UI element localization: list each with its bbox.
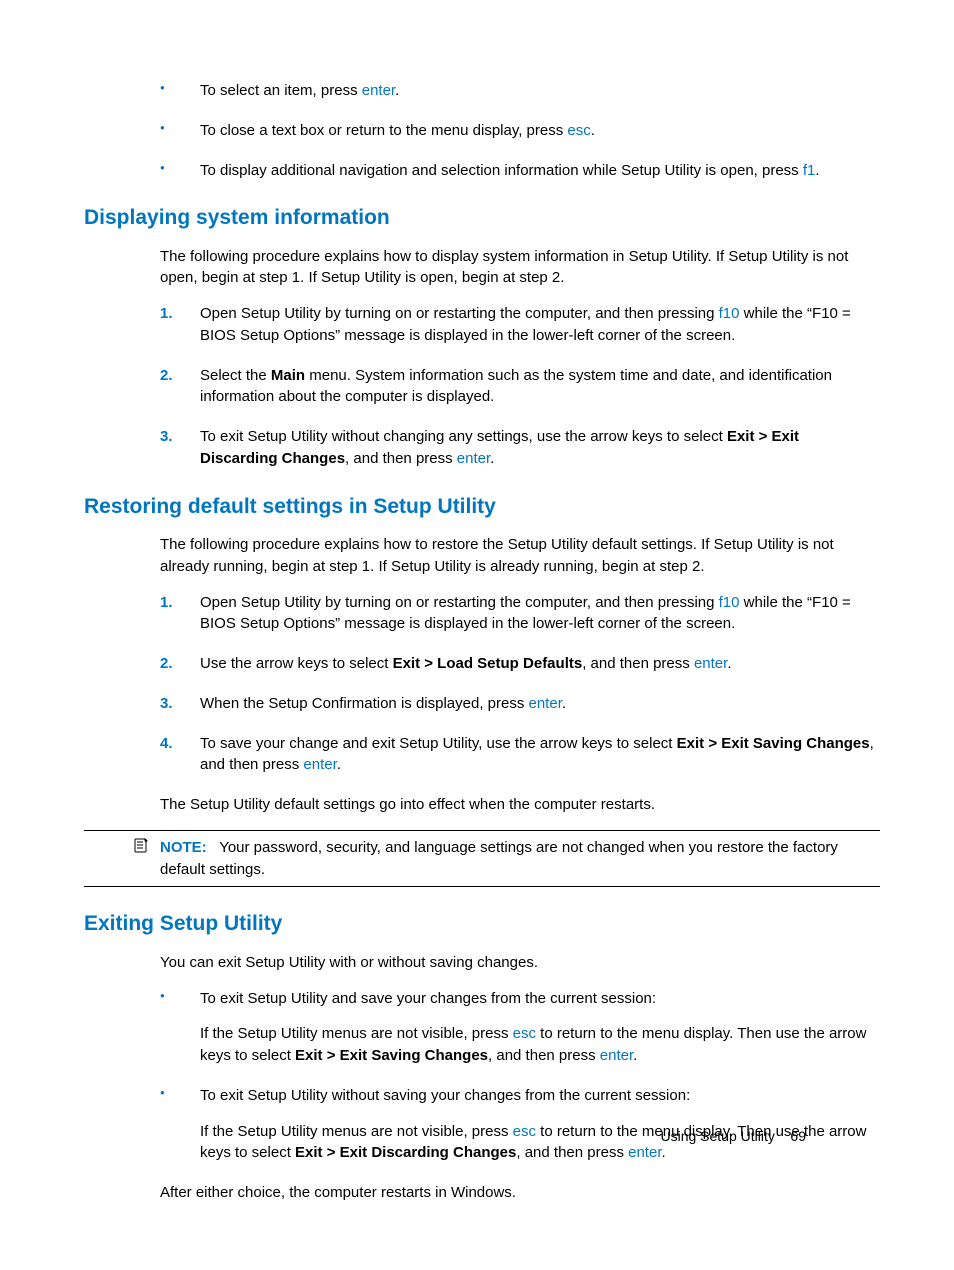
list-text: . xyxy=(591,122,595,139)
menu-path: Exit > Exit Discarding Changes xyxy=(295,1144,516,1161)
note-label: NOTE: xyxy=(160,839,207,856)
step-number: 4. xyxy=(160,733,173,755)
section-heading-exiting: Exiting Setup Utility xyxy=(84,909,880,939)
section-heading-restoring: Restoring default settings in Setup Util… xyxy=(84,492,880,522)
section-outro: After either choice, the computer restar… xyxy=(84,1182,880,1204)
navigation-tips-list: To select an item, press enter. To close… xyxy=(84,80,880,181)
step-item: 2.Select the Main menu. System informati… xyxy=(84,365,880,409)
step-text: . xyxy=(727,655,731,672)
list-text: To close a text box or return to the men… xyxy=(200,122,567,139)
page-footer: Using Setup Utility 69 xyxy=(660,1126,806,1146)
list-item: To select an item, press enter. xyxy=(84,80,880,102)
key-name: f10 xyxy=(719,305,740,322)
step-item: 2. Use the arrow keys to select Exit > Lo… xyxy=(84,653,880,675)
step-text: Open Setup Utility by turning on or rest… xyxy=(200,305,719,322)
list-head: To exit Setup Utility and save your chan… xyxy=(200,990,656,1007)
section-outro: The Setup Utility default settings go in… xyxy=(84,794,880,816)
step-number: 1. xyxy=(160,592,173,614)
note-box: NOTE: Your password, security, and langu… xyxy=(84,830,880,888)
step-item: 3. To exit Setup Utility without changing… xyxy=(84,426,880,470)
step-text: . xyxy=(337,756,341,773)
section-heading-displaying: Displaying system information xyxy=(84,203,880,233)
list-text: . xyxy=(395,82,399,99)
list-item: To exit Setup Utility and save your chan… xyxy=(84,988,880,1067)
menu-path: Exit > Exit Saving Changes xyxy=(677,735,870,752)
list-body: , and then press xyxy=(488,1047,600,1064)
note-icon xyxy=(134,837,150,853)
note-text: Your password, security, and language se… xyxy=(160,839,838,878)
step-text: Use the arrow keys to select xyxy=(200,655,393,672)
key-name: enter xyxy=(362,82,395,99)
key-name: enter xyxy=(694,655,727,672)
step-number: 2. xyxy=(160,365,173,387)
step-text: , and then press xyxy=(345,450,457,467)
key-name: enter xyxy=(303,756,336,773)
step-item: 1. Open Setup Utility by turning on or re… xyxy=(84,303,880,347)
displaying-steps: 1. Open Setup Utility by turning on or re… xyxy=(84,303,880,470)
list-head: To exit Setup Utility without saving you… xyxy=(200,1087,690,1104)
key-name: enter xyxy=(628,1144,661,1161)
key-name: enter xyxy=(529,695,562,712)
menu-path: Exit > Load Setup Defaults xyxy=(393,655,583,672)
key-name: f1 xyxy=(803,162,816,179)
step-item: 1. Open Setup Utility by turning on or re… xyxy=(84,592,880,636)
menu-path: Exit > Exit Saving Changes xyxy=(295,1047,488,1064)
step-text: Open Setup Utility by turning on or rest… xyxy=(200,594,719,611)
step-number: 3. xyxy=(160,426,173,448)
page-number: 69 xyxy=(790,1128,806,1144)
step-item: 4. To save your change and exit Setup Uti… xyxy=(84,733,880,777)
list-item: To close a text box or return to the men… xyxy=(84,120,880,142)
step-number: 2. xyxy=(160,653,173,675)
list-text: . xyxy=(815,162,819,179)
menu-name: Main xyxy=(271,367,305,384)
key-name: f10 xyxy=(719,594,740,611)
list-body: . xyxy=(633,1047,637,1064)
section-intro: You can exit Setup Utility with or witho… xyxy=(84,952,880,974)
key-name: esc xyxy=(513,1025,536,1042)
key-name: enter xyxy=(600,1047,633,1064)
key-name: esc xyxy=(513,1123,536,1140)
step-text: When the Setup Confirmation is displayed… xyxy=(200,695,529,712)
step-text: To exit Setup Utility without changing a… xyxy=(200,428,727,445)
restoring-steps: 1. Open Setup Utility by turning on or re… xyxy=(84,592,880,777)
step-text: , and then press xyxy=(582,655,694,672)
footer-text: Using Setup Utility xyxy=(660,1128,774,1144)
step-number: 1. xyxy=(160,303,173,325)
step-text: . xyxy=(490,450,494,467)
section-intro: The following procedure explains how to … xyxy=(84,246,880,290)
list-body: If the Setup Utility menus are not visib… xyxy=(200,1123,513,1140)
list-item: To exit Setup Utility without saving you… xyxy=(84,1085,880,1164)
section-intro: The following procedure explains how to … xyxy=(84,534,880,578)
step-text: . xyxy=(562,695,566,712)
step-number: 3. xyxy=(160,693,173,715)
step-text: To save your change and exit Setup Utili… xyxy=(200,735,677,752)
list-body: If the Setup Utility menus are not visib… xyxy=(200,1025,513,1042)
list-body: , and then press xyxy=(516,1144,628,1161)
list-item: To display additional navigation and sel… xyxy=(84,160,880,182)
key-name: enter xyxy=(457,450,490,467)
step-item: 3. When the Setup Confirmation is display… xyxy=(84,693,880,715)
list-text: To select an item, press xyxy=(200,82,362,99)
key-name: esc xyxy=(567,122,590,139)
list-text: To display additional navigation and sel… xyxy=(200,162,803,179)
list-body: . xyxy=(662,1144,666,1161)
step-text: Select the xyxy=(200,367,271,384)
